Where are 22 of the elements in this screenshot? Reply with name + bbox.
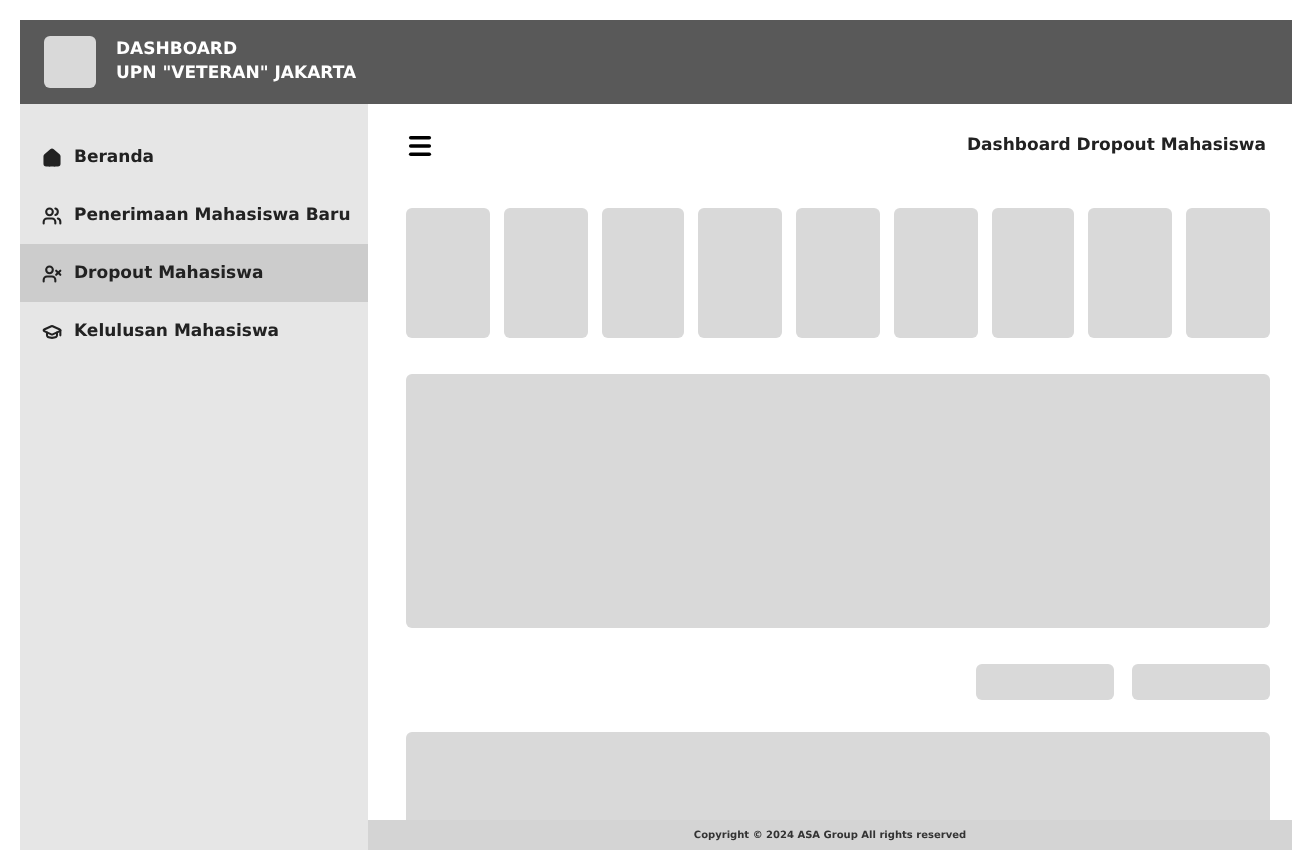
users-icon	[42, 205, 62, 225]
sidebar-item[interactable]: Dropout Mahasiswa	[20, 244, 368, 302]
logo-placeholder	[44, 36, 96, 88]
sidebar-item[interactable]: Penerimaan Mahasiswa Baru	[20, 186, 368, 244]
stat-card	[796, 208, 880, 338]
stat-card	[698, 208, 783, 338]
home-icon	[42, 147, 62, 167]
app-subtitle: UPN "VETERAN" JAKARTA	[116, 62, 357, 86]
stat-card	[1088, 208, 1173, 338]
page-title: Dashboard Dropout Mahasiswa	[967, 136, 1266, 156]
stat-card	[1186, 208, 1271, 338]
stat-card	[893, 208, 978, 338]
menu-icon[interactable]	[406, 132, 434, 160]
user-x-icon	[42, 263, 62, 283]
stat-card	[406, 208, 490, 338]
sidebar-item[interactable]: Kelulusan Mahasiswa	[20, 302, 368, 360]
graduation-cap-icon	[42, 321, 62, 341]
stat-card	[991, 208, 1075, 338]
stat-card	[601, 208, 685, 338]
app-title: DASHBOARD	[116, 38, 240, 62]
sidebar-item[interactable]: Beranda	[20, 128, 368, 186]
stat-card	[503, 208, 588, 338]
